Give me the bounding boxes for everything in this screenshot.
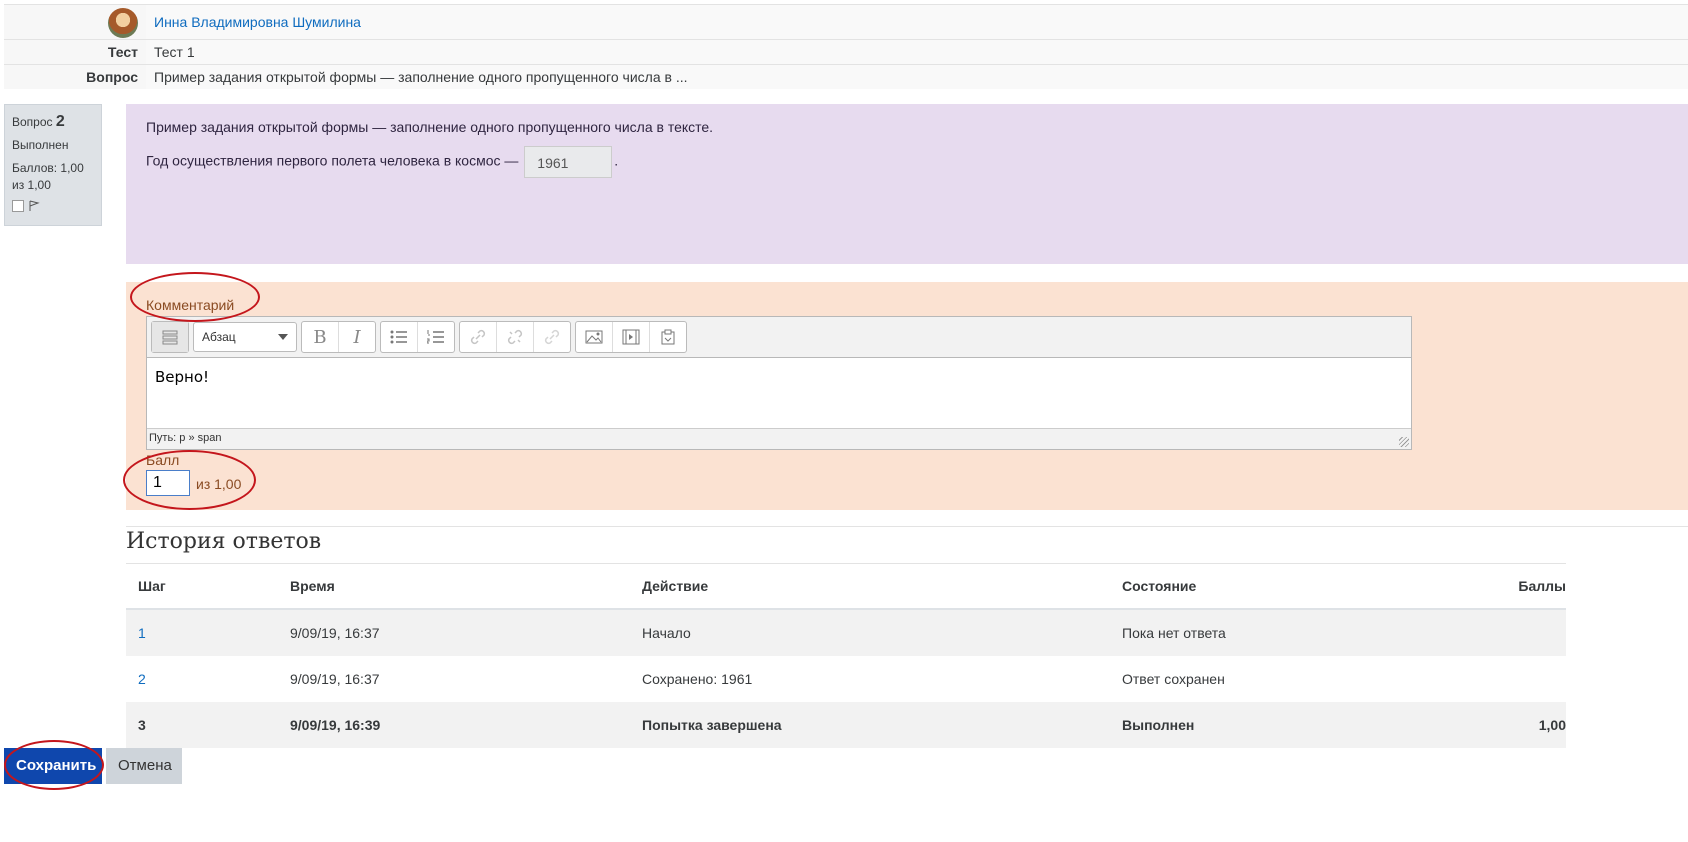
comment-label: Комментарий	[146, 297, 235, 313]
grade-cell	[1474, 656, 1566, 702]
grade-label: Балл	[146, 452, 180, 468]
question-row: Вопрос Пример задания открытой формы — з…	[4, 64, 1688, 89]
action-cell: Сохранено: 1961	[642, 671, 753, 687]
editor-statusbar: Путь: p » span	[147, 428, 1411, 449]
header-step: Шаг	[126, 563, 278, 610]
media-icon[interactable]	[613, 322, 650, 352]
time-cell: 9/09/19, 16:37	[278, 609, 630, 656]
table-row: 2 9/09/19, 16:37 Сохранено: 1961 Ответ с…	[126, 656, 1566, 702]
flag-row	[12, 200, 94, 212]
editor-toolbar: Абзац B I	[147, 317, 1411, 358]
history-title: История ответов	[126, 529, 322, 554]
resize-handle-icon[interactable]	[1399, 437, 1409, 447]
bullet-list-icon[interactable]	[381, 322, 418, 352]
quiz-value: Тест 1	[146, 40, 1688, 64]
user-row: Инна Владимировна Шумилина	[4, 4, 1688, 39]
comment-editor: Абзац B I Верно! Путь: p » span	[146, 316, 1412, 450]
paragraph-format-select[interactable]: Абзац	[193, 322, 297, 352]
question-content: Пример задания открытой формы — заполнен…	[126, 104, 1688, 264]
header-time: Время	[278, 563, 630, 610]
quiz-row: Тест Тест 1	[4, 39, 1688, 64]
table-row: 3 9/09/19, 16:39 Попытка завершена Выпол…	[126, 702, 1566, 748]
response-history: История ответов Шаг Время Действие Состо…	[126, 526, 1688, 748]
chevron-down-icon	[278, 334, 288, 340]
state-cell: Выполнен	[1110, 702, 1474, 748]
header-grade: Баллы	[1474, 563, 1566, 610]
toolbar-toggle-icon[interactable]	[152, 322, 188, 352]
state-cell: Пока нет ответа	[1110, 609, 1474, 656]
numbered-list-icon[interactable]	[418, 322, 454, 352]
question-text: Пример задания открытой формы — заполнен…	[146, 119, 714, 135]
question-state: Выполнен	[12, 138, 69, 152]
save-button[interactable]: Сохранить	[4, 748, 102, 784]
header-action: Действие	[630, 563, 1110, 610]
autolink-icon[interactable]	[534, 322, 570, 352]
action-cell: Попытка завершена	[630, 702, 1110, 748]
image-icon[interactable]	[576, 322, 613, 352]
step-link[interactable]: 2	[138, 671, 146, 687]
question-info-box: Вопрос 2 Выполнен Баллов: 1,00 из 1,00	[4, 104, 102, 226]
header-state: Состояние	[1110, 563, 1474, 610]
question-marks: Баллов: 1,00 из 1,00	[12, 161, 84, 192]
question-label: Вопрос	[86, 69, 138, 85]
history-table: Шаг Время Действие Состояние Баллы 1 9/0…	[126, 563, 1566, 748]
bold-icon[interactable]: B	[302, 322, 339, 352]
grade-cell: 1,00	[1474, 702, 1566, 748]
user-name-link[interactable]: Инна Владимировна Шумилина	[154, 14, 361, 30]
history-header-row: Шаг Время Действие Состояние Баллы	[126, 563, 1566, 610]
quiz-label: Тест	[107, 44, 138, 60]
unlink-icon[interactable]	[497, 322, 534, 352]
cancel-button[interactable]: Отмена	[106, 748, 182, 784]
link-icon[interactable]	[460, 322, 497, 352]
comment-text-area[interactable]: Верно!	[147, 358, 1411, 428]
grade-cell	[1474, 609, 1566, 656]
editor-path: Путь: p » span	[149, 432, 222, 444]
step-cell: 3	[126, 702, 278, 748]
action-cell: Начало	[630, 609, 1110, 656]
grade-input[interactable]: 1	[146, 470, 190, 496]
table-row: 1 9/09/19, 16:37 Начало Пока нет ответа	[126, 609, 1566, 656]
step-link[interactable]: 1	[138, 625, 146, 641]
avatar[interactable]	[108, 8, 138, 38]
state-cell: Ответ сохранен	[1122, 671, 1225, 687]
grade-max: из 1,00	[196, 476, 242, 492]
question-value: Пример задания открытой формы — заполнен…	[146, 65, 1688, 89]
time-cell: 9/09/19, 16:37	[290, 671, 380, 687]
question-number: Вопрос 2	[12, 113, 65, 130]
comment-section: Комментарий Абзац B I Верно! Путь: p » s…	[126, 282, 1688, 510]
question-prompt: Год осуществления первого полета человек…	[146, 146, 1668, 178]
flag-checkbox[interactable]	[12, 200, 24, 212]
italic-icon[interactable]: I	[339, 322, 375, 352]
time-cell: 9/09/19, 16:39	[278, 702, 630, 748]
manage-files-icon[interactable]	[650, 322, 686, 352]
flag-icon[interactable]	[28, 200, 40, 212]
answer-field: 1961	[524, 146, 613, 178]
attempt-info: Инна Владимировна Шумилина Тест Тест 1 В…	[4, 4, 1688, 89]
